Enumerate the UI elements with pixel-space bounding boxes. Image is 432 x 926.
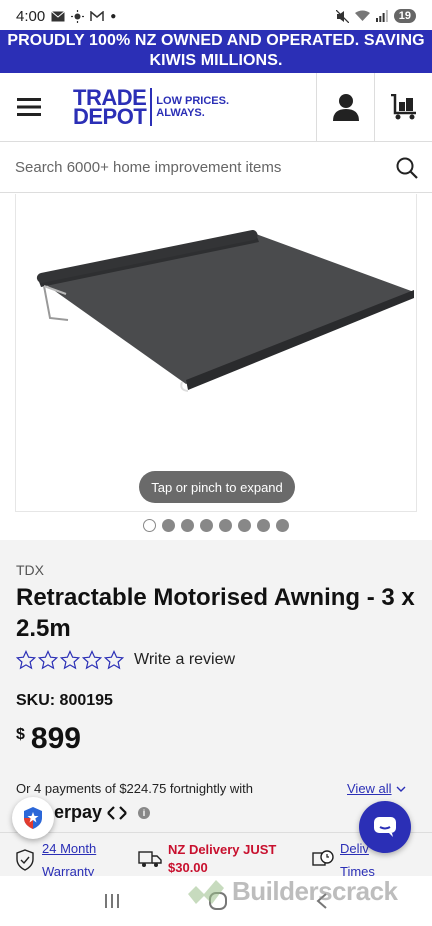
weather-sun-icon (71, 9, 85, 23)
trade-depot-logo[interactable]: TRADE DEPOT LOW PRICES. ALWAYS. (73, 87, 230, 129)
gmail-icon (90, 10, 104, 21)
chat-bubble-icon (374, 817, 396, 837)
delivery-perk[interactable]: NZ Delivery JUST $30.00 (138, 841, 276, 877)
search-input[interactable] (15, 159, 396, 176)
gallery-pagination (0, 519, 432, 535)
gallery-dot[interactable] (219, 519, 232, 532)
tap-to-expand-hint[interactable]: Tap or pinch to expand (139, 471, 295, 503)
gallery-dot[interactable] (162, 519, 175, 532)
gallery-dot[interactable] (238, 519, 251, 532)
search-icon[interactable] (396, 157, 418, 179)
price-currency: $ (16, 726, 25, 743)
view-all-payment-options[interactable]: View all (347, 781, 406, 796)
gallery-dot[interactable] (181, 519, 194, 532)
star-empty-icon (60, 650, 80, 670)
afterpay-installments-text: Or 4 payments of $224.75 fortnightly wit… (16, 781, 254, 796)
tagline-line-1: LOW PRICES. (156, 95, 230, 107)
write-review-link[interactable]: Write a review (134, 651, 235, 669)
delivery-times-icon (312, 850, 334, 866)
view-all-label: View all (347, 781, 392, 796)
builderscrack-logo-icon (188, 879, 224, 904)
site-header: TRADE DEPOT LOW PRICES. ALWAYS. (0, 72, 432, 142)
star-empty-icon (38, 650, 58, 670)
delivery-line-2: $30.00 (168, 860, 208, 875)
product-sku: SKU: 800195 (16, 692, 113, 709)
info-icon[interactable]: i (138, 806, 151, 819)
gallery-dot[interactable] (143, 519, 156, 532)
star-empty-icon (104, 650, 124, 670)
afterpay-logo-text: erpay (54, 802, 103, 822)
mail-icon (51, 10, 66, 21)
promo-banner: PROUDLY 100% NZ OWNED AND OPERATED. SAVI… (0, 30, 432, 73)
recent-apps-icon[interactable] (103, 893, 121, 909)
gallery-dot[interactable] (257, 519, 270, 532)
tagline-line-2: ALWAYS. (156, 107, 205, 119)
account-button[interactable] (316, 72, 374, 142)
shield-star-icon (24, 807, 42, 829)
battery-level: 19 (393, 9, 416, 23)
afterpay-logo: erpay i (54, 802, 151, 823)
product-brand[interactable]: TDX (16, 562, 44, 578)
hamburger-menu-icon (17, 98, 41, 116)
cart-button[interactable] (374, 72, 432, 142)
logo-line-2: DEPOT (73, 104, 147, 129)
builderscrack-watermark: Builderscrack (186, 876, 398, 907)
watermark-text: Builderscrack (232, 876, 398, 906)
delivery-truck-icon (138, 851, 162, 867)
security-badge-button[interactable] (12, 797, 54, 839)
chat-button[interactable] (359, 801, 411, 853)
user-icon (332, 94, 359, 121)
chevron-down-icon (396, 786, 406, 792)
mute-icon (335, 9, 349, 23)
product-title: Retractable Motorised Awning - 3 x 2.5m (16, 584, 415, 642)
shield-check-icon (16, 849, 34, 871)
afterpay-arrows-icon (107, 805, 127, 820)
gallery-dot[interactable] (276, 519, 289, 532)
price-amount: 899 (30, 722, 81, 755)
cart-icon (390, 94, 416, 120)
more-notifications-dot: ● (110, 10, 117, 22)
gallery-dot[interactable] (200, 519, 213, 532)
product-rating[interactable]: Write a review (16, 650, 235, 670)
status-bar: 4:00 ● 19 (0, 0, 432, 32)
wifi-icon (354, 10, 370, 21)
star-empty-icon (16, 650, 36, 670)
star-empty-icon (82, 650, 102, 670)
menu-button[interactable] (0, 73, 58, 142)
awning-product-image (36, 230, 414, 392)
search-bar (0, 143, 432, 193)
status-time: 4:00 (16, 7, 46, 25)
warranty-line-1: 24 Month (42, 841, 97, 856)
product-image-gallery[interactable]: Tap or pinch to expand (15, 194, 417, 512)
delivery-line-1: NZ Delivery JUST (168, 842, 277, 857)
product-price: $ 899 (16, 722, 81, 756)
signal-icon (375, 10, 388, 22)
